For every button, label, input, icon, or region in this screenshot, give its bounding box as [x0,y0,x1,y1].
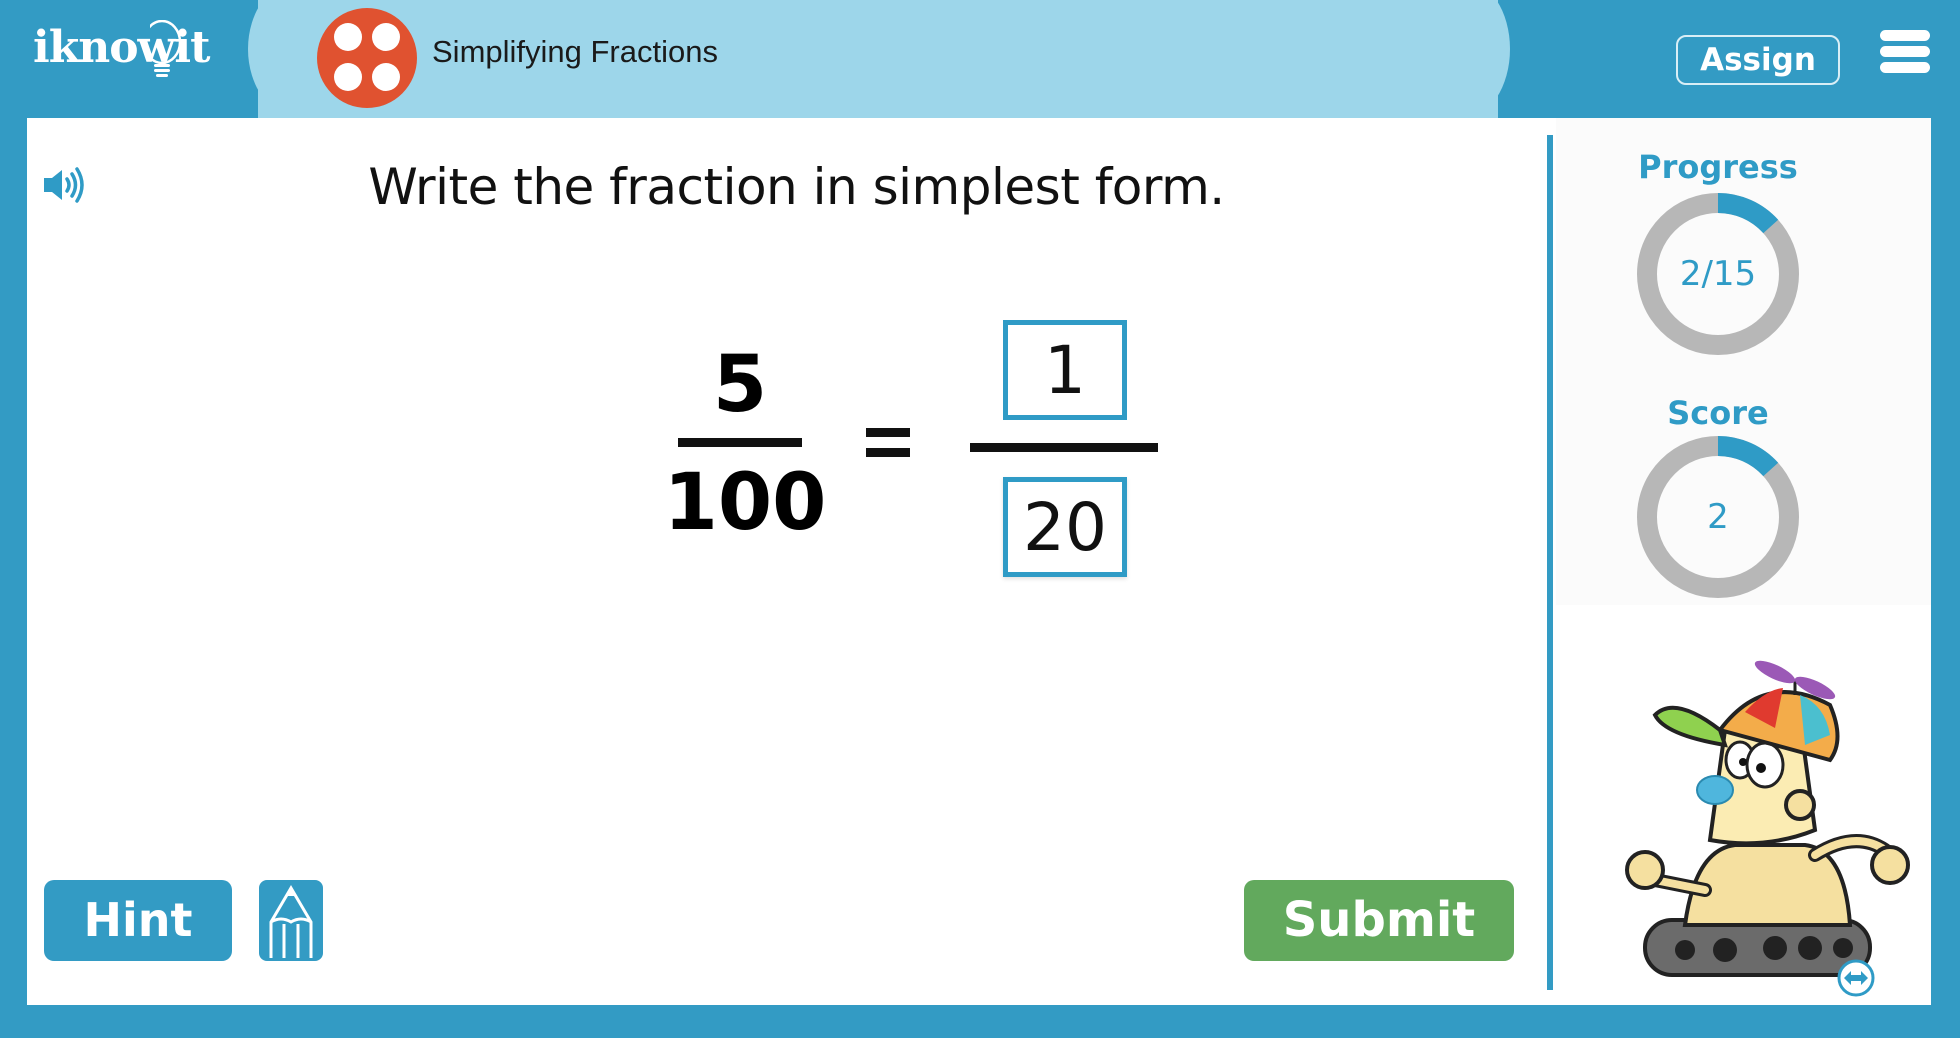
answer-numerator-input[interactable]: 1 [1003,320,1127,420]
score-value: 2 [1707,497,1729,537]
panel-divider [1547,135,1553,990]
hint-button[interactable]: Hint [44,880,232,961]
score-ring-fill [1717,436,1779,477]
submit-button[interactable]: Submit [1244,880,1514,961]
progress-ring-fill [1717,193,1779,234]
answer-denominator-input[interactable]: 20 [1003,477,1127,577]
fraction-bar [678,438,802,447]
answer-fraction-bar [970,443,1158,452]
scratchpad-button[interactable] [259,880,323,961]
assign-button[interactable]: Assign [1676,35,1840,85]
progress-value: 2/15 [1679,254,1757,294]
resize-horizontal-icon[interactable] [1836,958,1876,998]
pencil-icon [269,885,313,958]
robot-mascot [1625,660,1910,977]
lesson-title: Simplifying Fractions [432,34,718,69]
question-prompt: Write the fraction in simplest form. [368,158,1225,216]
lightbulb-icon [150,20,182,77]
four-dots-icon [317,8,417,108]
hamburger-menu-icon[interactable] [1880,30,1930,74]
given-denominator: 100 [663,458,827,548]
iknowit-logo[interactable]: iknowit [33,22,210,73]
progress-label: Progress [1638,148,1798,186]
given-numerator: 5 [712,340,768,430]
